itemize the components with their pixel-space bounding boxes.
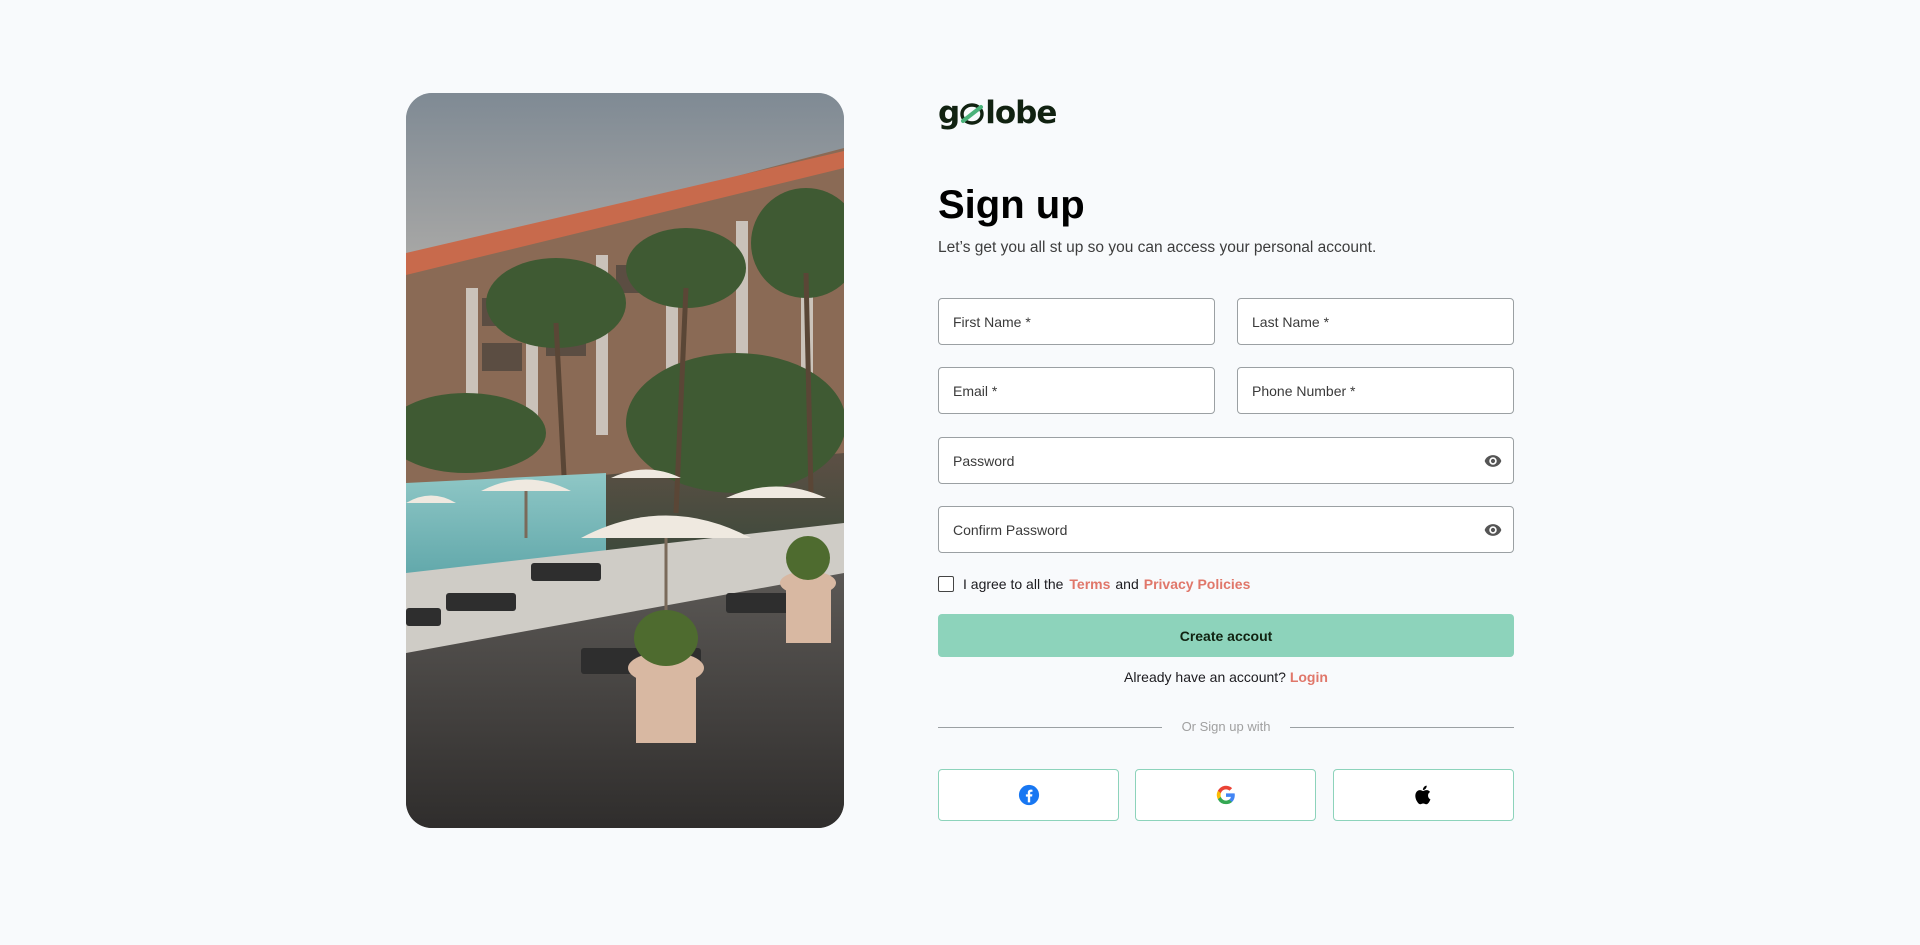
phone-field[interactable] — [1237, 367, 1514, 414]
logo-text-left: g — [938, 95, 960, 131]
page-subtitle: Let’s get you all st up so you can acces… — [938, 239, 1377, 256]
eye-icon[interactable] — [1483, 520, 1503, 540]
agree-and: and — [1115, 576, 1139, 592]
login-prompt: Already have an account? Login — [938, 669, 1514, 685]
terms-link[interactable]: Terms — [1069, 576, 1110, 592]
divider-line-right — [1290, 727, 1514, 728]
plane-icon — [960, 103, 984, 125]
login-link[interactable]: Login — [1290, 669, 1328, 685]
terms-agreement: I agree to all the Terms and Privacy Pol… — [938, 576, 1255, 592]
email-field[interactable] — [938, 367, 1215, 414]
last-name-field[interactable] — [1237, 298, 1514, 345]
apple-signup-button[interactable] — [1333, 769, 1514, 821]
privacy-link[interactable]: Privacy Policies — [1144, 576, 1251, 592]
facebook-icon — [1018, 784, 1039, 806]
confirm-password-input[interactable] — [951, 520, 1461, 539]
confirm-password-field[interactable] — [938, 506, 1514, 553]
resort-photo — [406, 93, 844, 828]
email-input[interactable] — [951, 381, 1192, 400]
or-divider: Or Sign up with — [938, 718, 1514, 738]
password-input[interactable] — [951, 451, 1461, 470]
last-name-input[interactable] — [1250, 312, 1491, 331]
agree-checkbox[interactable] — [938, 576, 954, 592]
first-name-field[interactable] — [938, 298, 1215, 345]
first-name-input[interactable] — [951, 312, 1192, 331]
page-title: Sign up — [938, 183, 1085, 227]
facebook-signup-button[interactable] — [938, 769, 1119, 821]
apple-icon — [1414, 785, 1430, 805]
already-text: Already have an account? — [1124, 669, 1286, 685]
hero-image — [406, 93, 844, 828]
phone-input[interactable] — [1250, 381, 1491, 400]
google-icon — [1216, 785, 1235, 805]
password-field[interactable] — [938, 437, 1514, 484]
agree-prefix: I agree to all the — [963, 576, 1064, 592]
logo-text-right: lobe — [985, 95, 1057, 131]
brand-logo: g lobe — [938, 93, 1057, 133]
eye-icon[interactable] — [1483, 451, 1503, 471]
google-signup-button[interactable] — [1135, 769, 1316, 821]
create-account-button[interactable]: Create accout — [938, 614, 1514, 657]
